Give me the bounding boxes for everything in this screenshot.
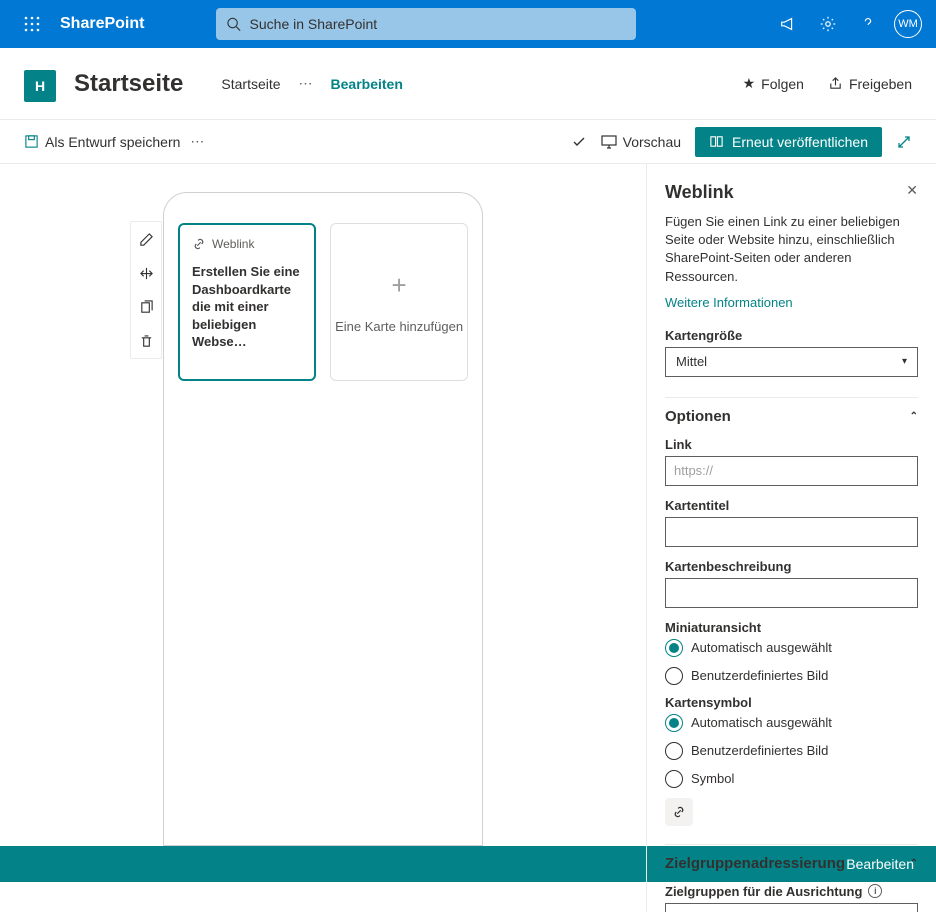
thumbnail-label: Miniaturansicht [665,620,918,635]
edit-tool-icon[interactable] [131,222,161,256]
nav-home[interactable]: Startseite [221,76,280,92]
megaphone-icon[interactable] [768,0,808,48]
cardicon-label: Kartensymbol [665,695,918,710]
republish-button[interactable]: Erneut veröffentlichen [695,127,882,157]
weblink-card[interactable]: Weblink Erstellen Sie eine Dashboardkart… [178,223,316,381]
icon-custom-radio[interactable]: Benutzerdefiniertes Bild [665,742,918,760]
user-avatar[interactable]: WM [888,0,928,48]
panel-title: Weblink [665,182,734,203]
thumb-custom-radio[interactable]: Benutzerdefiniertes Bild [665,667,918,685]
search-input[interactable] [250,16,627,32]
size-label: Kartengröße [665,328,918,343]
brand-label: SharePoint [60,15,144,33]
delete-tool-icon[interactable] [131,324,161,358]
settings-icon[interactable] [808,0,848,48]
save-draft-button[interactable]: Als Entwurf speichern [24,134,180,150]
icon-auto-radio[interactable]: Automatisch ausgewählt [665,714,918,732]
save-icon [24,134,39,149]
add-card-label: Eine Karte hinzufügen [335,319,463,334]
link-icon [192,237,206,251]
plus-icon: + [392,270,407,301]
help-icon[interactable] [848,0,888,48]
icon-symbol-radio[interactable]: Symbol [665,770,918,788]
card-text: Erstellen Sie eine Dashboardkarte die mi… [192,263,302,351]
share-button[interactable]: Freigeben [828,76,912,92]
copy-tool-icon[interactable] [131,290,161,324]
site-logo: H [24,70,56,102]
panel-description: Fügen Sie einen Link zu einer beliebigen… [665,213,918,286]
avatar-initials: WM [898,18,918,30]
app-launcher-icon[interactable] [8,16,56,32]
properties-panel: Weblink ✕ Fügen Sie einen Link zu einer … [646,164,936,912]
link-input[interactable] [665,456,918,486]
audience-input[interactable] [665,903,918,912]
search-box[interactable] [216,8,636,40]
more-info-link[interactable]: Weitere Informationen [665,295,793,310]
carddesc-input[interactable] [665,578,918,608]
chevron-up-icon: ⌃ [910,411,918,422]
nav-more-icon[interactable]: ⋯ [299,75,313,92]
icon-preview [665,798,693,826]
cardtitle-label: Kartentitel [665,498,918,513]
nav-edit[interactable]: Bearbeiten [331,76,403,92]
size-select[interactable]: Mittel ▾ [665,347,918,377]
thumb-auto-radio[interactable]: Automatisch ausgewählt [665,639,918,657]
carddesc-label: Kartenbeschreibung [665,559,918,574]
chevron-down-icon: ▾ [902,356,907,367]
footer-edit-button[interactable]: Bearbeiten [846,856,914,872]
link-icon [672,805,686,819]
expand-icon[interactable] [896,134,912,150]
options-section-header[interactable]: Optionen ⌃ [665,397,918,437]
follow-button[interactable]: ★ Folgen [743,75,804,92]
share-icon [828,76,843,91]
move-tool-icon[interactable] [131,256,161,290]
check-icon[interactable] [571,134,587,150]
audience-label: Zielgruppen für die Ausrichtung i [665,884,918,899]
star-icon: ★ [743,75,756,92]
add-card-button[interactable]: + Eine Karte hinzufügen [330,223,468,381]
preview-button[interactable]: Vorschau [601,134,681,150]
book-icon [709,134,724,149]
card-badge: Weblink [212,237,254,251]
info-icon[interactable]: i [868,884,882,898]
close-icon[interactable]: ✕ [906,182,918,199]
cardtitle-input[interactable] [665,517,918,547]
cmd-more-icon[interactable]: ⋯ [190,133,204,150]
preview-icon [601,135,617,149]
page-title: Startseite [74,70,183,98]
link-label: Link [665,437,918,452]
